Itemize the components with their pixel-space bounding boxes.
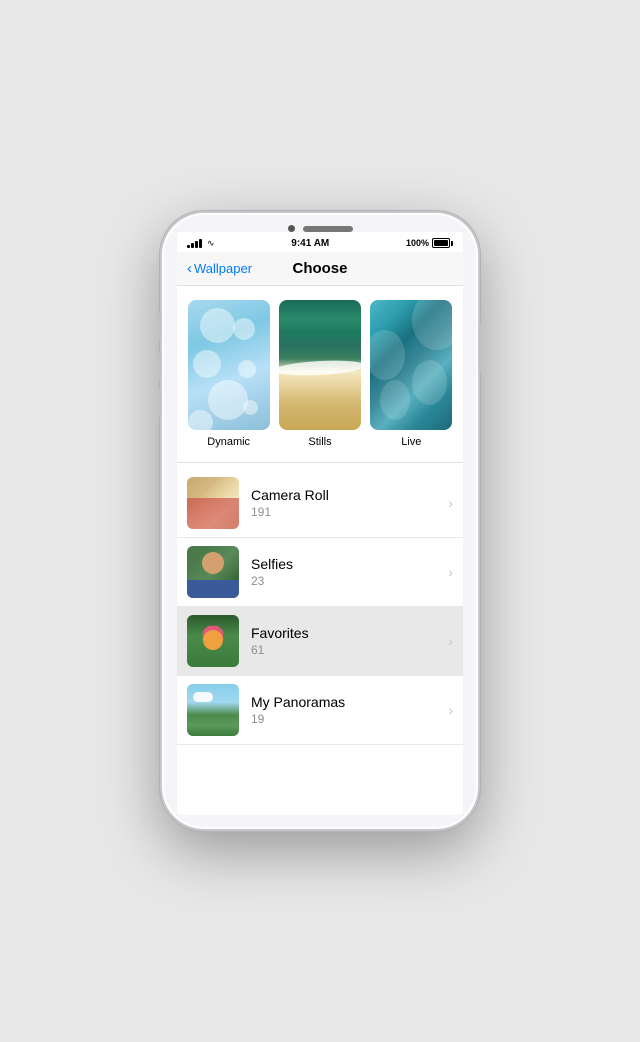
list-row-panoramas[interactable]: My Panoramas 19 › [177, 676, 463, 745]
signal-bar-4 [199, 239, 202, 248]
dynamic-bg [188, 300, 270, 430]
favorites-thumb-bg [187, 615, 239, 667]
flower-center [203, 630, 223, 650]
speaker-grill [303, 226, 353, 232]
status-right: 100% [406, 238, 453, 248]
shirt-area [187, 580, 239, 598]
back-button-label: Wallpaper [194, 261, 252, 276]
stills-bg [279, 300, 361, 430]
live-bg [370, 300, 452, 430]
food-detail [187, 498, 239, 529]
list-thumb-selfies [187, 546, 239, 598]
battery-percent: 100% [406, 238, 429, 248]
wave-foam [279, 359, 361, 378]
list-row-favorites[interactable]: Favorites 61 › [177, 607, 463, 676]
wallpaper-thumb-live [370, 300, 452, 430]
list-title-panoramas: My Panoramas [251, 694, 448, 710]
panoramas-thumb-bg [187, 684, 239, 736]
list-chevron-favorites: › [448, 633, 453, 649]
list-row-selfies[interactable]: Selfies 23 › [177, 538, 463, 607]
cloud-shape [193, 692, 213, 702]
bokeh-1 [200, 308, 235, 343]
list-section: Camera Roll 191 › Selfies [177, 469, 463, 745]
list-info-selfies: Selfies 23 [251, 556, 448, 588]
smoke-1 [412, 300, 452, 350]
list-chevron-selfies: › [448, 564, 453, 580]
list-count-panoramas: 19 [251, 712, 448, 726]
status-left: ∿ [187, 238, 215, 249]
bokeh-2 [233, 318, 255, 340]
list-title-favorites: Favorites [251, 625, 448, 641]
wallpaper-label-stills: Stills [308, 436, 331, 448]
phone-top-bar [162, 213, 478, 232]
list-row-camera-roll[interactable]: Camera Roll 191 › [177, 469, 463, 538]
status-bar: ∿ 9:41 AM 100% [177, 232, 463, 252]
wallpaper-item-live[interactable]: Live [370, 300, 453, 448]
list-count-camera-roll: 191 [251, 505, 448, 519]
bokeh-7 [188, 410, 213, 430]
battery-fill [434, 240, 448, 246]
phone-frame: ∿ 9:41 AM 100% ‹ Wallpaper Choose [160, 211, 480, 831]
phone-screen: ∿ 9:41 AM 100% ‹ Wallpaper Choose [177, 232, 463, 815]
front-camera [288, 225, 295, 232]
selfies-thumb-bg [187, 546, 239, 598]
list-info-panoramas: My Panoramas 19 [251, 694, 448, 726]
signal-bars [187, 239, 202, 248]
list-title-selfies: Selfies [251, 556, 448, 572]
wallpaper-item-dynamic[interactable]: Dynamic [187, 300, 270, 448]
bokeh-4 [238, 360, 256, 378]
nav-title: Choose [292, 260, 347, 277]
battery-icon [432, 238, 453, 248]
list-chevron-panoramas: › [448, 702, 453, 718]
bokeh-5 [208, 380, 248, 420]
wallpaper-label-live: Live [401, 436, 421, 448]
list-count-selfies: 23 [251, 574, 448, 588]
signal-bar-3 [195, 241, 198, 248]
battery-body [432, 238, 450, 248]
status-time: 9:41 AM [291, 238, 329, 249]
list-thumb-favorites [187, 615, 239, 667]
volume-down-button[interactable] [158, 389, 161, 417]
flower-group [193, 620, 233, 660]
bokeh-6 [243, 400, 258, 415]
section-divider [177, 462, 463, 463]
volume-up-button[interactable] [158, 353, 161, 381]
list-info-camera-roll: Camera Roll 191 [251, 487, 448, 519]
battery-tip [451, 241, 453, 246]
smoke-2 [370, 330, 405, 380]
wallpaper-label-dynamic: Dynamic [207, 436, 250, 448]
list-count-favorites: 61 [251, 643, 448, 657]
face-circle [202, 552, 224, 574]
wallpaper-grid: Dynamic Stills [177, 286, 463, 456]
bokeh-3 [193, 350, 221, 378]
wallpaper-thumb-dynamic [188, 300, 270, 430]
signal-bar-1 [187, 245, 190, 248]
camera-roll-thumb-bg [187, 477, 239, 529]
smoke-4 [380, 380, 410, 420]
smoke-3 [412, 360, 447, 405]
back-button[interactable]: ‹ Wallpaper [187, 260, 252, 277]
list-thumb-camera-roll [187, 477, 239, 529]
wallpaper-item-stills[interactable]: Stills [278, 300, 361, 448]
list-thumb-panoramas [187, 684, 239, 736]
list-title-camera-roll: Camera Roll [251, 487, 448, 503]
wifi-icon: ∿ [207, 238, 215, 249]
signal-bar-2 [191, 243, 194, 248]
wallpaper-thumb-stills [279, 300, 361, 430]
back-chevron-icon: ‹ [187, 260, 192, 277]
list-info-favorites: Favorites 61 [251, 625, 448, 657]
nav-bar: ‹ Wallpaper Choose [177, 252, 463, 286]
list-chevron-camera-roll: › [448, 495, 453, 511]
content-area: Dynamic Stills [177, 286, 463, 811]
